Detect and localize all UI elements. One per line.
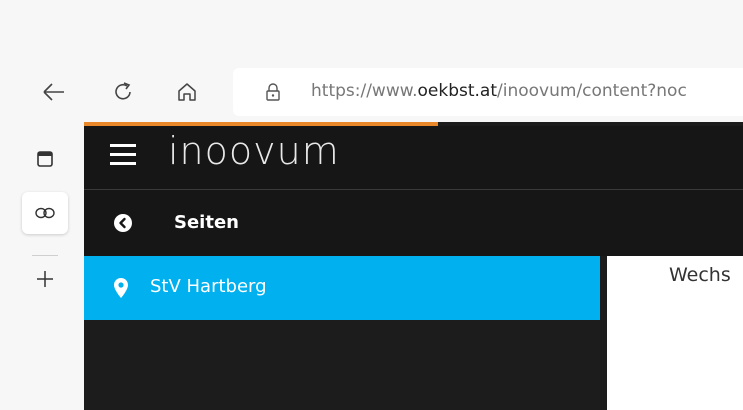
refresh-button[interactable] <box>107 76 139 108</box>
back-circle-icon[interactable] <box>114 214 132 232</box>
refresh-icon <box>115 82 131 100</box>
browser-window: https://www.oekbst.at/inoovum/content?no… <box>0 0 743 410</box>
url-text[interactable]: https://www.oekbst.at/inoovum/content?no… <box>311 81 687 101</box>
back-arrow-icon <box>43 83 64 101</box>
url-prefix: https://www. <box>311 81 418 101</box>
url-domain: oekbst.at <box>417 81 498 101</box>
tab-divider <box>32 255 58 256</box>
content-area: Wechs <box>607 256 743 410</box>
lock-icon[interactable] <box>263 82 283 102</box>
breadcrumb-bar: Seiten <box>84 190 743 256</box>
sidebar: StV Hartberg <box>84 256 607 410</box>
tab-item-active[interactable] <box>22 192 68 234</box>
web-app: inoovum Seiten StV Hartberg Wechs <box>84 122 743 410</box>
home-icon <box>178 83 196 101</box>
inoovum-tab-icon <box>35 207 55 219</box>
back-button[interactable] <box>38 76 70 108</box>
browser-toolbar: https://www.oekbst.at/inoovum/content?no… <box>0 64 743 120</box>
new-tab-plus-icon <box>37 271 53 287</box>
map-pin-icon <box>114 278 128 298</box>
page-title: Seiten <box>174 212 239 233</box>
menu-icon[interactable] <box>110 144 136 166</box>
sidebar-item-label: StV Hartberg <box>150 276 267 297</box>
logo-text-left: in <box>168 129 205 173</box>
tab-square-icon <box>37 151 53 167</box>
logo-text-mid: oo <box>204 129 254 173</box>
url-path: /inoovum/content?noc <box>497 81 687 101</box>
sidebar-item-stv-hartberg[interactable]: StV Hartberg <box>84 256 600 320</box>
tab-item[interactable] <box>22 138 68 180</box>
inoovum-logo[interactable]: inoovum <box>168 129 340 173</box>
home-button[interactable] <box>171 76 203 108</box>
address-bar[interactable]: https://www.oekbst.at/inoovum/content?no… <box>233 68 743 116</box>
new-tab-button[interactable] <box>22 258 68 300</box>
logo-text-right: vum <box>253 129 340 173</box>
app-header: inoovum <box>84 126 743 190</box>
content-text: Wechs <box>669 264 731 286</box>
vertical-tab-strip <box>10 120 76 410</box>
